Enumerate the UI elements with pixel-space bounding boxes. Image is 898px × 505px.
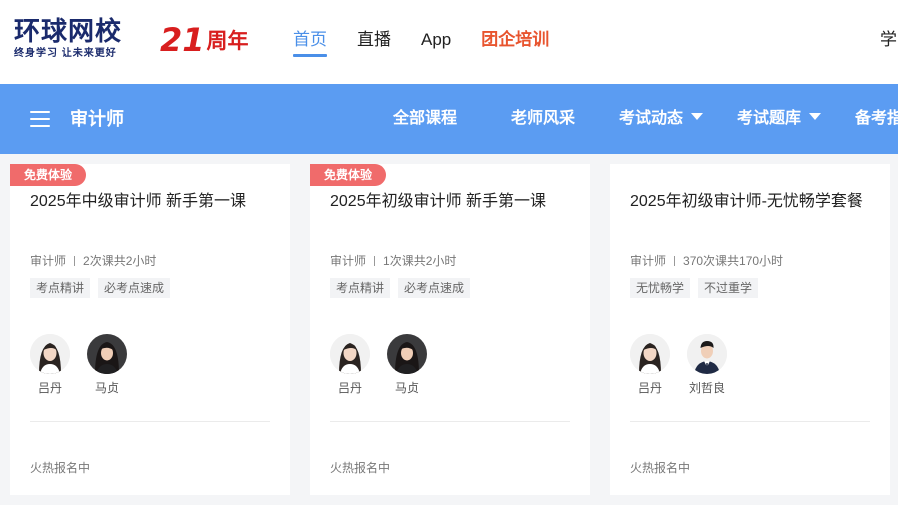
logo-slogan: 终身学习 让未来更好 (14, 48, 117, 59)
logo-main-text: 环球网校 (14, 17, 123, 47)
free-trial-badge: 免费体验 (10, 164, 87, 186)
course-tag: 必考点速成 (98, 278, 171, 298)
teacher[interactable]: 刘哲良 (687, 334, 727, 396)
teacher-name: 马贞 (394, 381, 419, 395)
subnav-label: 老师风采 (511, 110, 576, 127)
teacher-avatar-female (387, 334, 427, 374)
course-meta: 审计师 370次课共170小时 (630, 253, 783, 269)
top-nav: 首页 直播 App 团企培训 (293, 28, 579, 57)
nav-corporate-training[interactable]: 团企培训 (481, 28, 549, 52)
free-trial-badge: 免费体验 (310, 164, 387, 186)
course-tag: 不过重学 (698, 278, 759, 298)
course-tags: 无忧畅学 不过重学 (630, 278, 766, 298)
enrollment-status: 火热报名中 (330, 461, 391, 475)
card-divider (30, 421, 270, 422)
teacher-avatar-female (630, 334, 670, 374)
subnav-question-bank[interactable]: 考试题库 (737, 106, 822, 132)
meta-divider (674, 255, 676, 266)
subnav-teachers[interactable]: 老师风采 (511, 106, 575, 132)
course-tag: 必考点速成 (398, 278, 471, 298)
chevron-down-icon (691, 113, 704, 121)
subnav-label: 考试题库 (737, 110, 802, 127)
nav-live[interactable]: 直播 (357, 28, 391, 52)
course-lessons: 2次课共2小时 (83, 254, 157, 268)
course-tags: 考点精讲 必考点速成 (330, 278, 478, 298)
course-tag: 考点精讲 (30, 278, 91, 298)
teacher-list: 吕丹 马贞 (330, 334, 444, 396)
teacher-list: 吕丹 刘哲良 (630, 334, 744, 396)
teacher-name: 吕丹 (337, 381, 362, 395)
chevron-down-icon (809, 113, 822, 121)
subnav-all-courses[interactable]: 全部课程 (393, 106, 457, 132)
course-meta: 审计师 1次课共2小时 (330, 253, 456, 269)
nav-home[interactable]: 首页 (293, 28, 327, 57)
teacher-avatar-female (330, 334, 370, 374)
card-divider (630, 421, 870, 422)
teacher-name: 吕丹 (637, 381, 662, 395)
teacher-name: 吕丹 (37, 381, 62, 395)
meta-divider (74, 255, 76, 266)
course-category: 审计师 (330, 254, 367, 268)
subnav-label: 考试动态 (619, 110, 684, 127)
teacher[interactable]: 吕丹 (330, 334, 370, 396)
teacher-avatar-male (687, 334, 727, 374)
anniversary-badge: 21 周年 (160, 22, 249, 56)
anniversary-text: 周年 (206, 30, 249, 53)
course-card[interactable]: 免费体验 2025年中级审计师 新手第一课 审计师 2次课共2小时 考点精讲 必考… (10, 164, 290, 495)
course-title[interactable]: 2025年中级审计师 新手第一课 (30, 191, 246, 213)
category-bar: 审计师 全部课程 老师风采 考试动态 考试题库 备考指 (0, 84, 898, 154)
course-lessons: 1次课共2小时 (383, 254, 457, 268)
teacher-list: 吕丹 马贞 (30, 334, 144, 396)
nav-app[interactable]: App (421, 28, 451, 52)
anniversary-number: 21 (160, 21, 205, 59)
subnav-label: 备考指 (855, 110, 898, 127)
course-category: 审计师 (630, 254, 667, 268)
course-title[interactable]: 2025年初级审计师-无忧畅学套餐 (630, 191, 863, 213)
meta-divider (374, 255, 376, 266)
enrollment-status: 火热报名中 (30, 461, 91, 475)
course-tag: 无忧畅学 (630, 278, 691, 298)
teacher-avatar-female (87, 334, 127, 374)
nav-right-truncated[interactable]: 学 (880, 28, 897, 52)
course-card[interactable]: 免费体验 2025年初级审计师 新手第一课 审计师 1次课共2小时 考点精讲 必考… (310, 164, 590, 495)
course-card[interactable]: 2025年初级审计师-无忧畅学套餐 审计师 370次课共170小时 无忧畅学 不过… (610, 164, 890, 495)
subnav-label: 全部课程 (393, 110, 458, 127)
hamburger-menu-icon[interactable] (30, 111, 50, 127)
teacher[interactable]: 马贞 (87, 334, 127, 396)
course-lessons: 370次课共170小时 (683, 254, 784, 268)
teacher-name: 刘哲良 (688, 381, 725, 395)
top-header: 环球网校 终身学习 让未来更好 21 周年 首页 直播 App 团企培训 学 (0, 0, 898, 84)
subnav-exam-guide[interactable]: 备考指 (855, 106, 898, 132)
card-divider (330, 421, 570, 422)
teacher[interactable]: 马贞 (387, 334, 427, 396)
category-title: 审计师 (70, 109, 124, 129)
site-logo[interactable]: 环球网校 终身学习 让未来更好 (14, 18, 136, 62)
course-tags: 考点精讲 必考点速成 (30, 278, 178, 298)
subnav-exam-news[interactable]: 考试动态 (619, 106, 704, 132)
teacher-name: 马贞 (94, 381, 119, 395)
teacher[interactable]: 吕丹 (630, 334, 670, 396)
course-meta: 审计师 2次课共2小时 (30, 253, 156, 269)
teacher[interactable]: 吕丹 (30, 334, 70, 396)
course-tag: 考点精讲 (330, 278, 391, 298)
course-title[interactable]: 2025年初级审计师 新手第一课 (330, 191, 546, 213)
course-category: 审计师 (30, 254, 67, 268)
enrollment-status: 火热报名中 (630, 461, 691, 475)
teacher-avatar-female (30, 334, 70, 374)
